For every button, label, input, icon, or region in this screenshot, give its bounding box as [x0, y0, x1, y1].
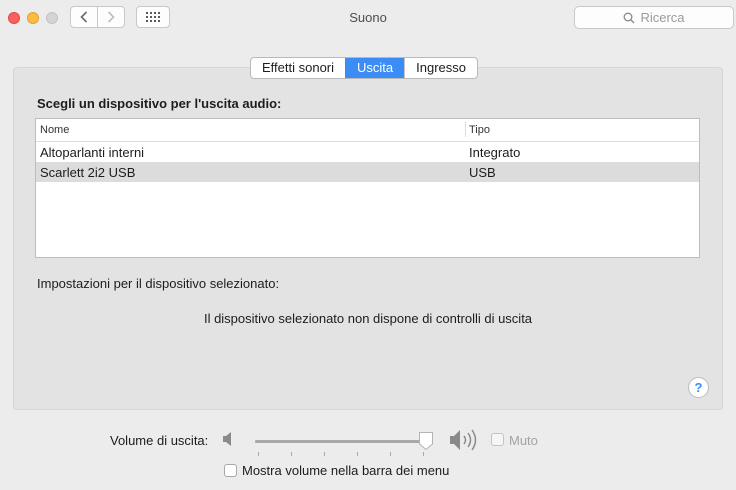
table-row-selected[interactable]: Scarlett 2i2 USB USB: [36, 162, 699, 182]
output-section-title: Scegli un dispositivo per l'uscita audio…: [37, 96, 282, 111]
column-header-type[interactable]: Tipo: [469, 124, 490, 136]
volume-tick: [291, 452, 292, 456]
tab-sound-effects[interactable]: Effetti sonori: [251, 58, 345, 78]
speaker-high-icon: [450, 429, 477, 451]
no-controls-message: Il dispositivo selezionato non dispone d…: [203, 311, 533, 326]
mute-checkbox[interactable]: [491, 433, 504, 446]
tab-bar: Effetti sonori Uscita Ingresso: [250, 57, 479, 79]
tab-output[interactable]: Uscita: [345, 58, 405, 78]
column-header-name[interactable]: Nome: [40, 124, 69, 136]
volume-tick: [324, 452, 325, 456]
device-table: Nome Tipo Altoparlanti interni Integrato…: [35, 118, 700, 258]
volume-slider-track[interactable]: [255, 440, 431, 443]
help-button[interactable]: ?: [688, 377, 709, 398]
search-field[interactable]: Ricerca: [574, 6, 734, 29]
window-titlebar: Suono Ricerca: [0, 0, 736, 36]
table-row[interactable]: Altoparlanti interni Integrato: [36, 142, 699, 162]
volume-slider-knob[interactable]: [418, 431, 434, 451]
show-volume-in-menu-bar-label: Mostra volume nella barra dei menu: [242, 463, 450, 478]
magnifier-icon: [624, 12, 635, 23]
volume-tick: [423, 452, 424, 456]
tab-input[interactable]: Ingresso: [404, 58, 477, 78]
search-placeholder: Ricerca: [640, 10, 685, 25]
show-volume-in-menu-bar-checkbox[interactable]: [224, 464, 237, 477]
column-divider: [465, 122, 466, 137]
volume-tick: [258, 452, 259, 456]
device-name: Altoparlanti interni: [40, 145, 145, 160]
device-type: USB: [469, 165, 496, 180]
volume-tick: [357, 452, 358, 456]
device-type: Integrato: [469, 145, 521, 160]
mute-label: Muto: [509, 433, 538, 448]
output-volume-label: Volume di uscita:: [110, 433, 209, 448]
device-name: Scarlett 2i2 USB: [40, 165, 136, 180]
speaker-low-icon: [223, 432, 231, 446]
table-header: Nome Tipo: [36, 119, 699, 142]
volume-slider-fill: [255, 440, 426, 443]
device-settings-label: Impostazioni per il dispositivo selezion…: [37, 276, 280, 291]
volume-tick: [390, 452, 391, 456]
